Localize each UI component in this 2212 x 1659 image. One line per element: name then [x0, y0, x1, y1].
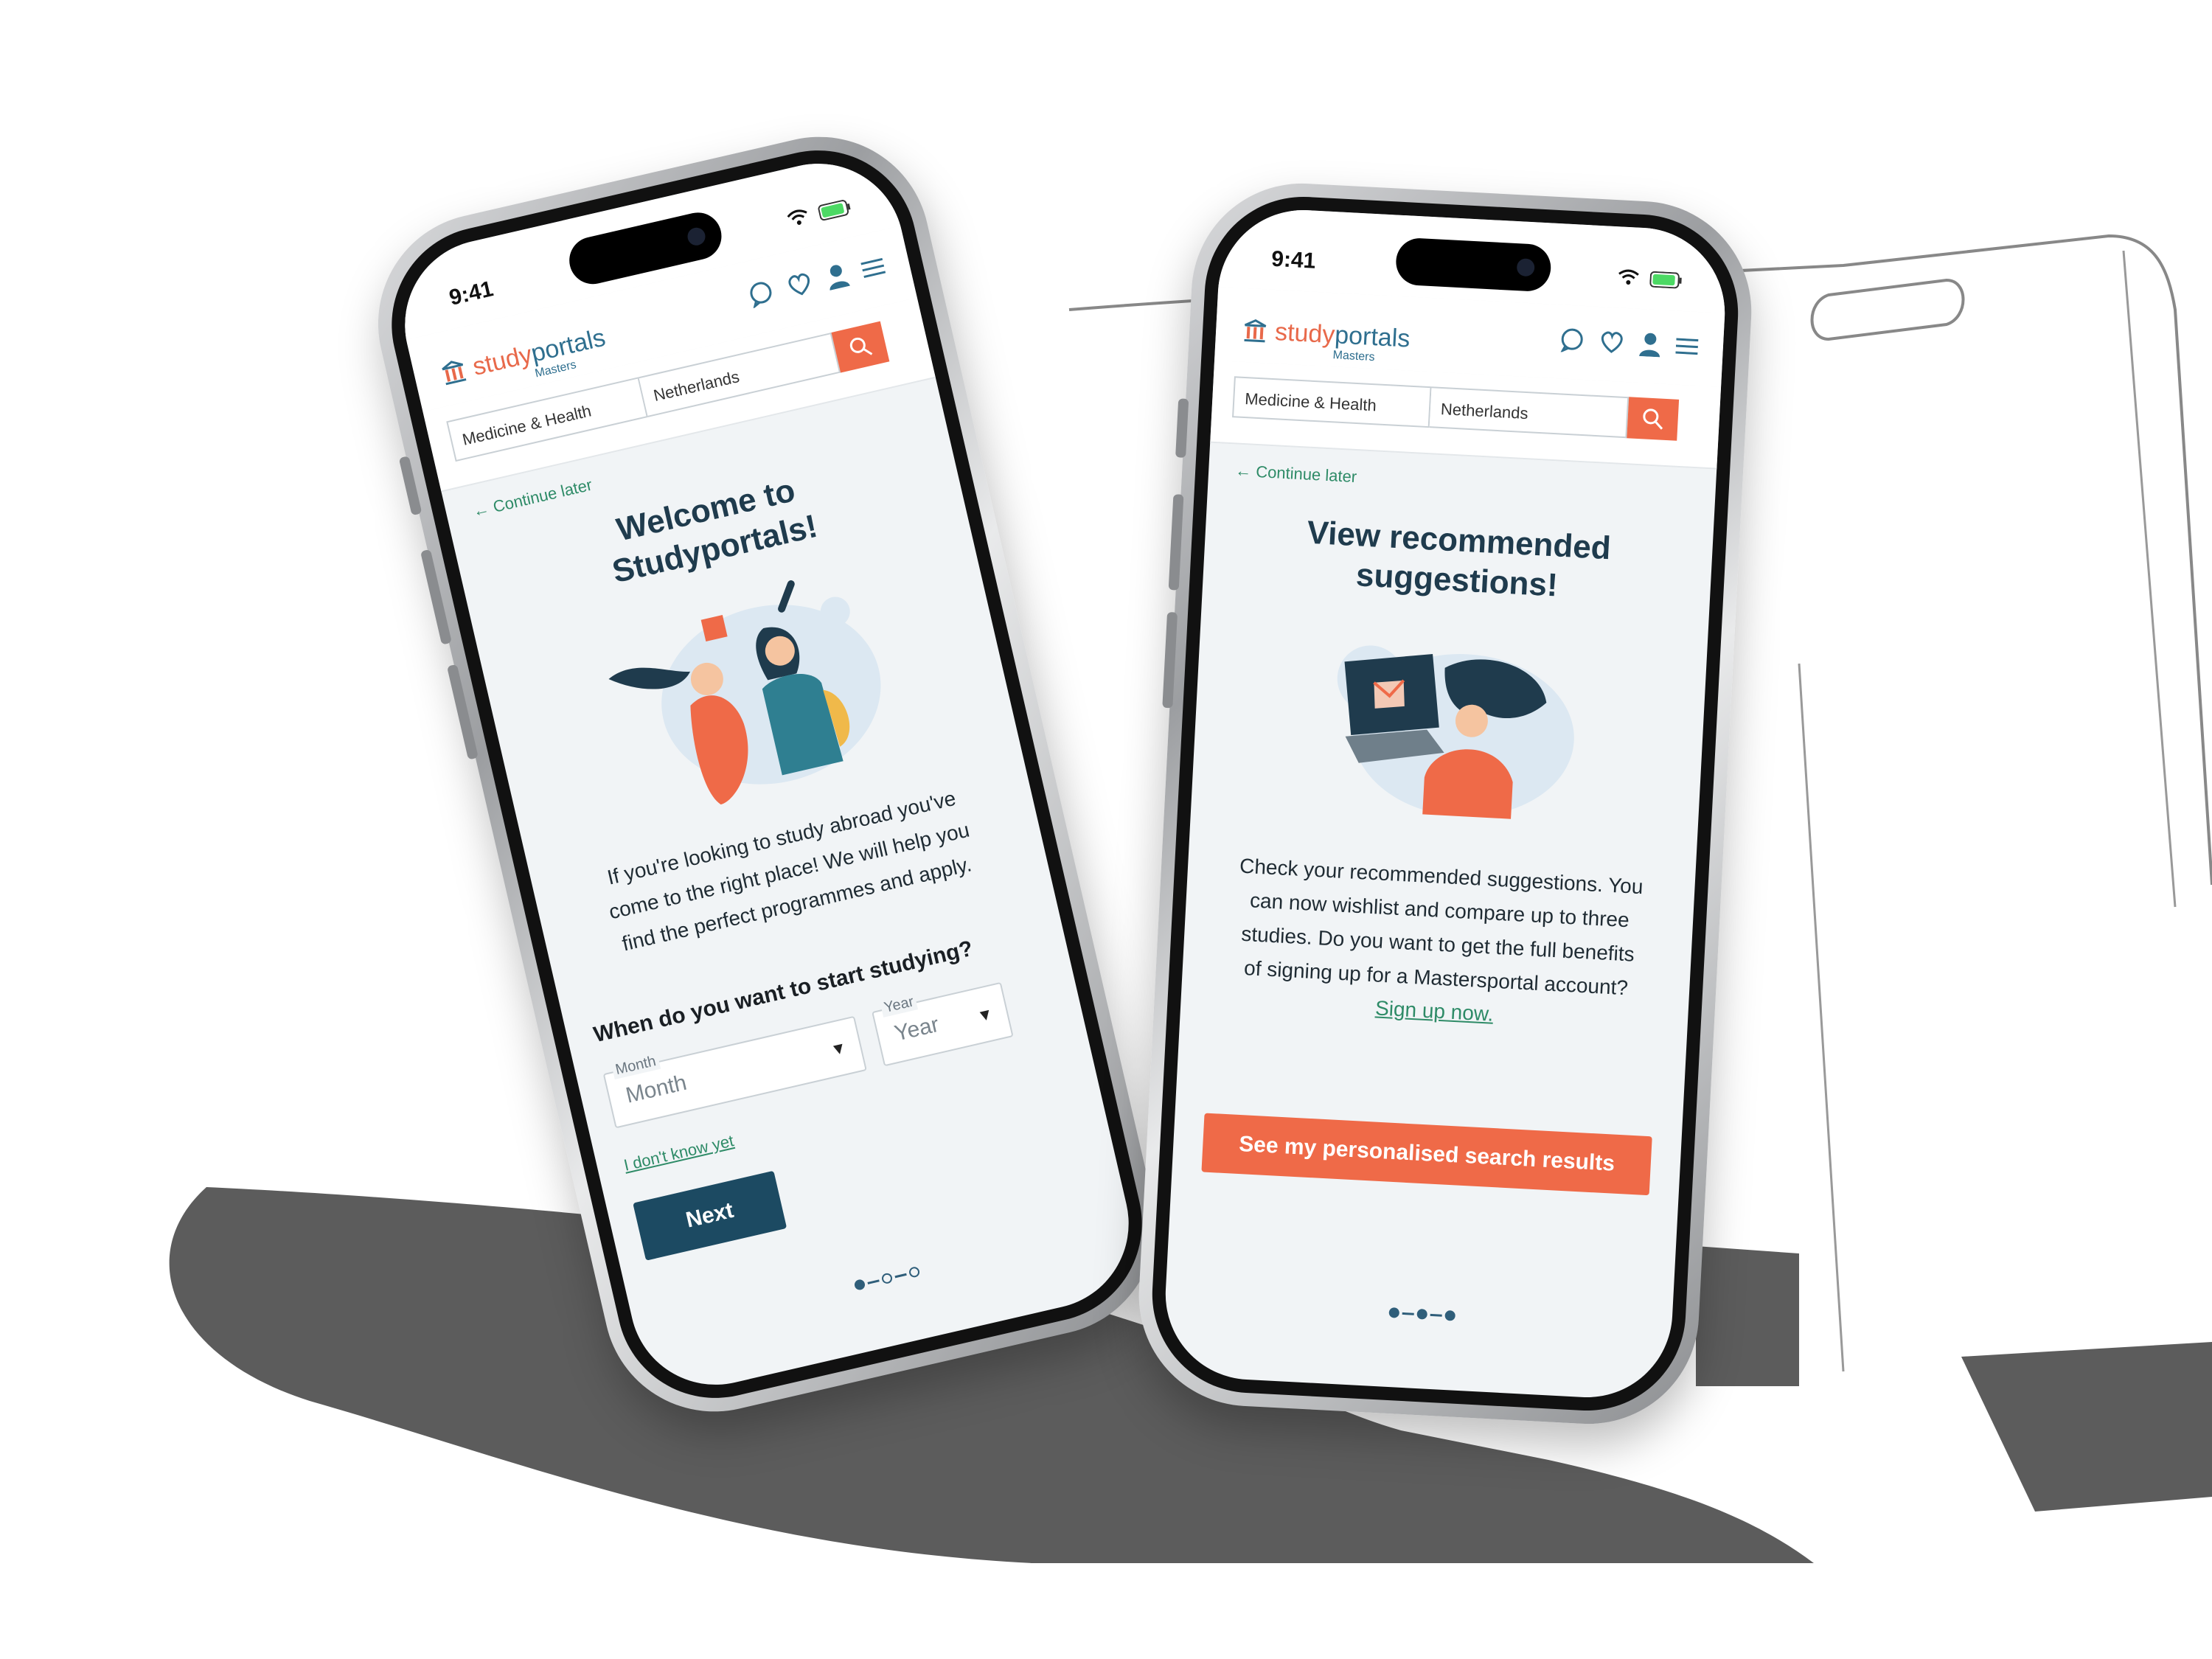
background-shadow-art [169, 234, 2212, 1563]
month-value: Month [623, 1070, 689, 1108]
menu-icon[interactable] [860, 257, 886, 279]
menu-icon[interactable] [1675, 337, 1699, 356]
camera-icon [686, 226, 707, 248]
step-dot-active [1444, 1310, 1456, 1321]
step-connector [1430, 1313, 1442, 1317]
high-five-illustration [608, 580, 881, 805]
year-label: Year [880, 992, 919, 1018]
shadow-fragment [1961, 1342, 2212, 1512]
phone-side-button [1175, 398, 1189, 458]
phone-shadow-right [1696, 1246, 1799, 1386]
dont-know-link[interactable]: I don't know yet [622, 1131, 736, 1175]
discipline-field[interactable]: Medicine & Health [1232, 376, 1432, 428]
month-label: Month [611, 1052, 661, 1079]
country-field[interactable]: Netherlands [1429, 386, 1630, 439]
logo-text-portals: portals [1334, 321, 1411, 353]
search-button[interactable] [1627, 397, 1680, 441]
step-dot-active [853, 1279, 866, 1291]
continue-later-link[interactable]: ← Continue later [1235, 461, 1357, 487]
logo-subtitle: Masters [1332, 349, 1375, 364]
wifi-icon [787, 209, 807, 225]
building-icon [442, 361, 467, 386]
chat-icon[interactable] [1559, 327, 1585, 353]
continue-later-label: Continue later [1255, 462, 1357, 487]
step-dot [1388, 1307, 1400, 1318]
logo-text-study: study [470, 340, 535, 381]
step-dot [908, 1265, 921, 1279]
step-indicator [853, 1265, 921, 1291]
search-icon [849, 337, 873, 355]
user-icon[interactable] [824, 261, 851, 291]
outline-sketch-edge [1798, 250, 2177, 1372]
camera-icon [1516, 258, 1535, 277]
battery-icon [818, 200, 851, 221]
header-icons [1559, 327, 1699, 359]
search-button[interactable] [831, 321, 890, 373]
step-connector [867, 1279, 880, 1284]
continue-later-link[interactable]: ← Continue later [471, 476, 594, 521]
logo-text-study: study [1274, 318, 1336, 349]
building-icon [1244, 319, 1267, 343]
step-connector [1402, 1312, 1414, 1315]
step-connector [894, 1273, 907, 1278]
dynamic-island [1394, 237, 1552, 293]
outline-sketch-inner [1810, 278, 1965, 341]
search-icon [1643, 408, 1663, 430]
status-time: 9:41 [447, 276, 496, 310]
user-icon[interactable] [1638, 331, 1662, 358]
heart-icon[interactable] [785, 270, 815, 299]
phone-screen-right: 9:41 studyportals Masters Medicine & Hea… [1161, 206, 1730, 1402]
chat-icon[interactable] [746, 279, 776, 309]
laptop-user-illustration [1337, 645, 1574, 819]
next-button[interactable]: Next [633, 1170, 787, 1261]
wifi-icon [1618, 269, 1639, 285]
personalised-results-button[interactable]: See my personalised search results [1201, 1113, 1652, 1196]
battery-icon [1649, 271, 1682, 289]
status-time: 9:41 [1270, 246, 1317, 274]
year-select[interactable]: Year Year ▼ [872, 981, 1014, 1067]
chevron-down-icon: ▼ [828, 1037, 849, 1060]
step-dot [880, 1272, 894, 1285]
step-dot [1416, 1308, 1428, 1320]
heart-icon[interactable] [1599, 330, 1625, 355]
chevron-down-icon: ▼ [975, 1004, 995, 1026]
continue-later-label: Continue later [491, 475, 594, 516]
studyportals-logo[interactable]: studyportals [1242, 318, 1411, 353]
phone-right: 9:41 studyportals Masters Medicine & Hea… [1133, 178, 1757, 1430]
year-value: Year [892, 1012, 942, 1046]
step-indicator [1388, 1307, 1456, 1321]
header-icons [746, 253, 887, 309]
